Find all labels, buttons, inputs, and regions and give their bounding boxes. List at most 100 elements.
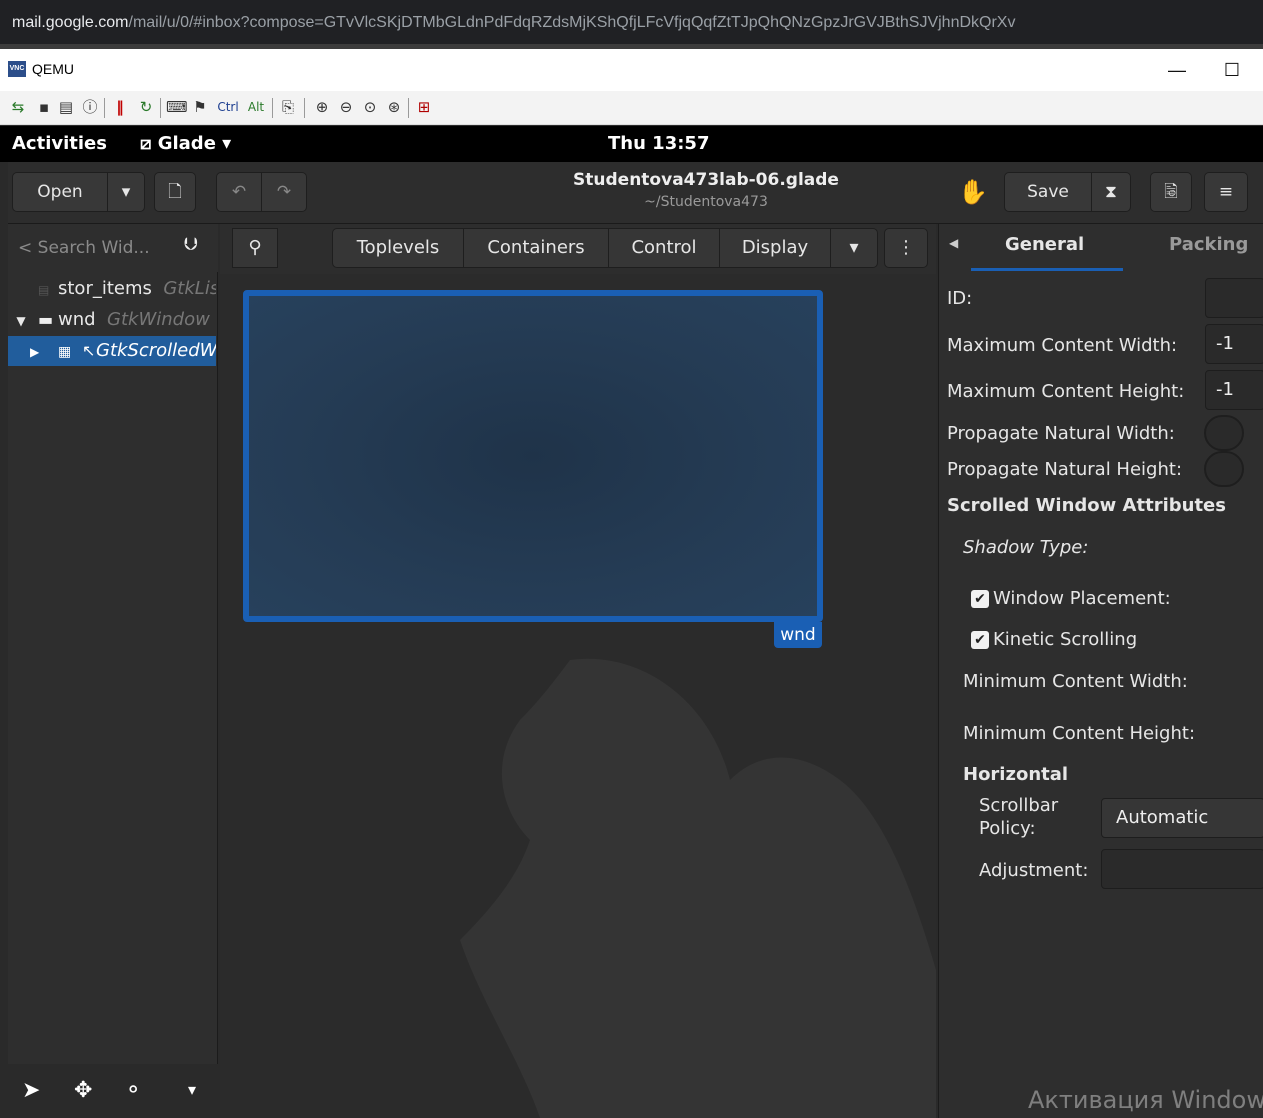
propagate-natural-height-toggle[interactable]	[1204, 451, 1244, 487]
min-content-height-label: Minimum Content Height:	[963, 723, 1196, 744]
pause-icon[interactable]: ‖	[110, 97, 130, 117]
preview-icon: 🗟	[1164, 182, 1178, 202]
margin-edit-icon[interactable]: ⚬	[124, 1078, 142, 1103]
tree-item-scrolledwindow[interactable]: ▶ ▦ ↖GtkScrolledWindow	[8, 336, 216, 366]
max-content-width-label: Maximum Content Width:	[947, 335, 1178, 356]
window-name-tag[interactable]: wnd	[774, 622, 822, 648]
zoom-out-icon[interactable]: ⊖	[336, 97, 356, 117]
keyboard-icon[interactable]: ⌨	[166, 97, 188, 117]
tree-item-class: GtkListStore	[163, 278, 216, 299]
tab-containers[interactable]: Containers	[463, 228, 609, 268]
editor-mode-bar: ➤ ✥ ⚬ ▾	[8, 1064, 218, 1118]
zoom-fit-icon[interactable]: ⊛	[384, 97, 404, 117]
id-label: ID:	[947, 288, 973, 309]
tree-item-wnd[interactable]: ▼ ▬ wnd GtkWindow	[8, 305, 216, 335]
widget-search-row: < Search Wid... ⮋	[8, 224, 218, 272]
expand-all-icon[interactable]: ⮋	[184, 234, 198, 255]
liststore-icon: ▤	[38, 283, 50, 297]
open-recent-dropdown[interactable]: ▾	[107, 172, 145, 212]
checkmark-icon: ✔	[974, 632, 986, 648]
checkmark-icon: ✔	[974, 591, 986, 607]
palette-options-button[interactable]: ⋮	[884, 228, 928, 268]
scrolled-window-section-title: Scrolled Window Attributes	[947, 495, 1226, 516]
window-placement-checkbox[interactable]: ✔	[971, 590, 989, 608]
zoom-reset-icon[interactable]: ⊙	[360, 97, 380, 117]
tree-item-class: GtkWindow	[107, 309, 210, 330]
ctrl-key-button[interactable]: Ctrl	[214, 97, 242, 117]
save-button[interactable]: Save	[1004, 172, 1092, 212]
save-floppy-icon[interactable]: ▪	[34, 97, 54, 117]
clipboard-icon[interactable]: ⎘	[278, 97, 298, 117]
palette-more-dropdown[interactable]: ▾	[830, 228, 878, 268]
windows-activation-watermark: Активация Windows	[1028, 1086, 1263, 1114]
maximize-button[interactable]: ☐	[1217, 55, 1247, 85]
kinetic-scrolling-checkbox[interactable]: ✔	[971, 631, 989, 649]
select-pointer-icon[interactable]: ➤	[22, 1078, 40, 1103]
adjustment-label: Adjustment:	[979, 860, 1089, 881]
undo-button[interactable]: ↶	[216, 172, 262, 212]
new-document-icon: 🗋	[168, 182, 182, 202]
connect-icon[interactable]: ⇆	[8, 97, 28, 117]
property-editor: ◀ General Packing ID: Maximum Content Wi…	[938, 224, 1263, 1118]
project-path: ~/Studentova473	[644, 194, 768, 210]
drag-resize-icon[interactable]: ✥	[74, 1078, 92, 1103]
horizontal-section-title: Horizontal	[963, 764, 1069, 785]
fullscreen-icon[interactable]: ⊞	[414, 97, 434, 117]
browser-url-bar[interactable]: mail.google.com/mail/u/0/#inbox?compose=…	[0, 0, 1263, 46]
toolbar-separator	[272, 98, 273, 118]
glade-watermark-logo	[460, 658, 936, 1118]
id-field[interactable]	[1205, 278, 1263, 318]
redo-icon: ↷	[276, 182, 292, 202]
propagate-natural-width-label: Propagate Natural Width:	[947, 423, 1175, 444]
tab-scroll-left-icon[interactable]: ◀	[949, 236, 958, 250]
activities-button[interactable]: Activities	[12, 133, 107, 154]
new-project-button[interactable]: 🗋	[154, 172, 196, 212]
wnd-window-preview[interactable]	[243, 290, 823, 622]
main-menu-button[interactable]: ≡	[1204, 172, 1248, 212]
chevron-down-icon: ▾	[121, 182, 131, 202]
open-button[interactable]: Open	[12, 172, 108, 212]
expander-open-icon[interactable]: ▼	[8, 306, 34, 335]
glade-headerbar: Open ▾ 🗋 ↶ ↷ Studentova473lab-06.glade ~…	[8, 162, 1263, 224]
alt-key-button[interactable]: Alt	[244, 97, 268, 117]
info-icon[interactable]: ⓘ	[80, 97, 100, 117]
properties-icon[interactable]: ▤	[56, 97, 76, 117]
tree-item-name: stor_items	[58, 278, 152, 299]
undo-icon: ↶	[231, 182, 247, 202]
refresh-icon[interactable]: ↻	[136, 97, 156, 117]
ctrl-alt-del-icon[interactable]: ⚑	[190, 97, 210, 117]
clock[interactable]: Thu 13:57	[608, 133, 709, 154]
hamburger-menu-icon: ≡	[1218, 182, 1234, 202]
tree-item-class: GtkScrolledWindow	[96, 340, 216, 361]
tab-control[interactable]: Control	[608, 228, 720, 268]
save-as-button[interactable]: ⧗	[1091, 172, 1131, 212]
tab-packing[interactable]: Packing	[1169, 234, 1248, 255]
minimize-button[interactable]: —	[1162, 55, 1192, 85]
glade-logo-icon: ✋	[958, 178, 988, 206]
gnome-top-bar: Activities ⧄ Glade ▾ Thu 13:57	[0, 126, 1263, 162]
expander-closed-icon[interactable]: ▶	[30, 337, 50, 366]
url-host: mail.google.com	[12, 14, 129, 31]
mode-dropdown-icon[interactable]: ▾	[188, 1080, 196, 1099]
tab-toplevels[interactable]: Toplevels	[332, 228, 464, 268]
max-content-width-field[interactable]: -1	[1205, 324, 1263, 364]
propagate-natural-width-toggle[interactable]	[1204, 415, 1244, 451]
adjustment-field[interactable]	[1101, 849, 1263, 889]
mouse-cursor-icon: ↖	[82, 341, 96, 360]
active-tab-indicator	[971, 268, 1123, 271]
kinetic-scrolling-label: Kinetic Scrolling	[993, 629, 1138, 650]
toolbar-separator	[160, 98, 161, 118]
redo-button[interactable]: ↷	[261, 172, 307, 212]
tab-general[interactable]: General	[1005, 234, 1084, 255]
max-content-height-label: Maximum Content Height:	[947, 381, 1185, 402]
widget-search-input[interactable]: < Search Wid...	[18, 234, 178, 262]
app-menu[interactable]: ⧄ Glade ▾	[140, 133, 231, 154]
scrollbar-policy-combo[interactable]: Automatic	[1101, 798, 1263, 838]
tree-item-stor-items[interactable]: ▤ stor_items GtkListStore	[8, 274, 216, 304]
zoom-in-icon[interactable]: ⊕	[312, 97, 332, 117]
preview-button[interactable]: 🗟	[1150, 172, 1192, 212]
shadow-type-label: Shadow Type:	[963, 537, 1089, 558]
max-content-height-field[interactable]: -1	[1205, 370, 1263, 410]
palette-search-button[interactable]: ⚲	[232, 228, 278, 268]
tab-display[interactable]: Display	[719, 228, 831, 268]
